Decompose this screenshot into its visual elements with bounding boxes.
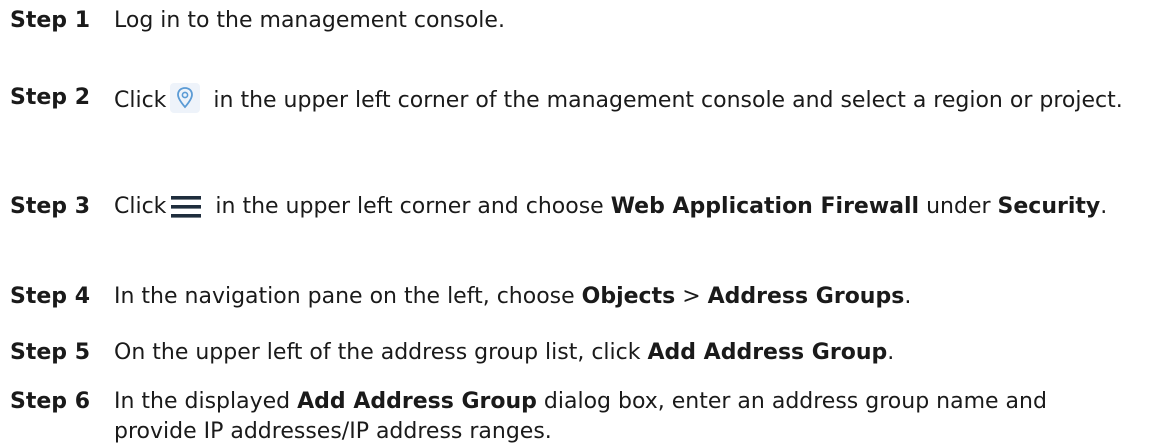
step-text: Click in the upper left corner and choos… xyxy=(114,194,1108,219)
step-label: Step 6 xyxy=(10,389,90,414)
step-text: In the navigation pane on the left, choo… xyxy=(114,284,912,309)
step-label: Step 5 xyxy=(10,340,90,365)
location-pin-icon xyxy=(170,83,201,113)
step-label: Step 1 xyxy=(10,8,90,33)
step-1: Step 1 Log in to the management console. xyxy=(10,6,1134,36)
step-4: Step 4 In the navigation pane on the lef… xyxy=(10,282,1134,312)
step-text: Log in to the management console. xyxy=(114,8,505,33)
step-text: In the displayed Add Address Group dialo… xyxy=(114,389,1047,444)
step-3: Step 3 Click in the upper left corner an… xyxy=(10,192,1134,222)
step-text: Click in the upper left corner of the ma… xyxy=(114,83,1134,116)
procedure-steps: Step 1 Log in to the management console.… xyxy=(0,0,1154,448)
step-label: Step 3 xyxy=(10,194,90,219)
step-6: Step 6 In the displayed Add Address Grou… xyxy=(10,387,1134,447)
hamburger-menu-icon xyxy=(170,195,202,219)
step-text: On the upper left of the address group l… xyxy=(114,340,895,365)
step-label: Step 4 xyxy=(10,284,90,309)
step-2: Step 2 Click in the upper left corner of… xyxy=(10,83,1134,116)
step-label: Step 2 xyxy=(10,85,90,110)
step-5: Step 5 On the upper left of the address … xyxy=(10,338,1134,368)
